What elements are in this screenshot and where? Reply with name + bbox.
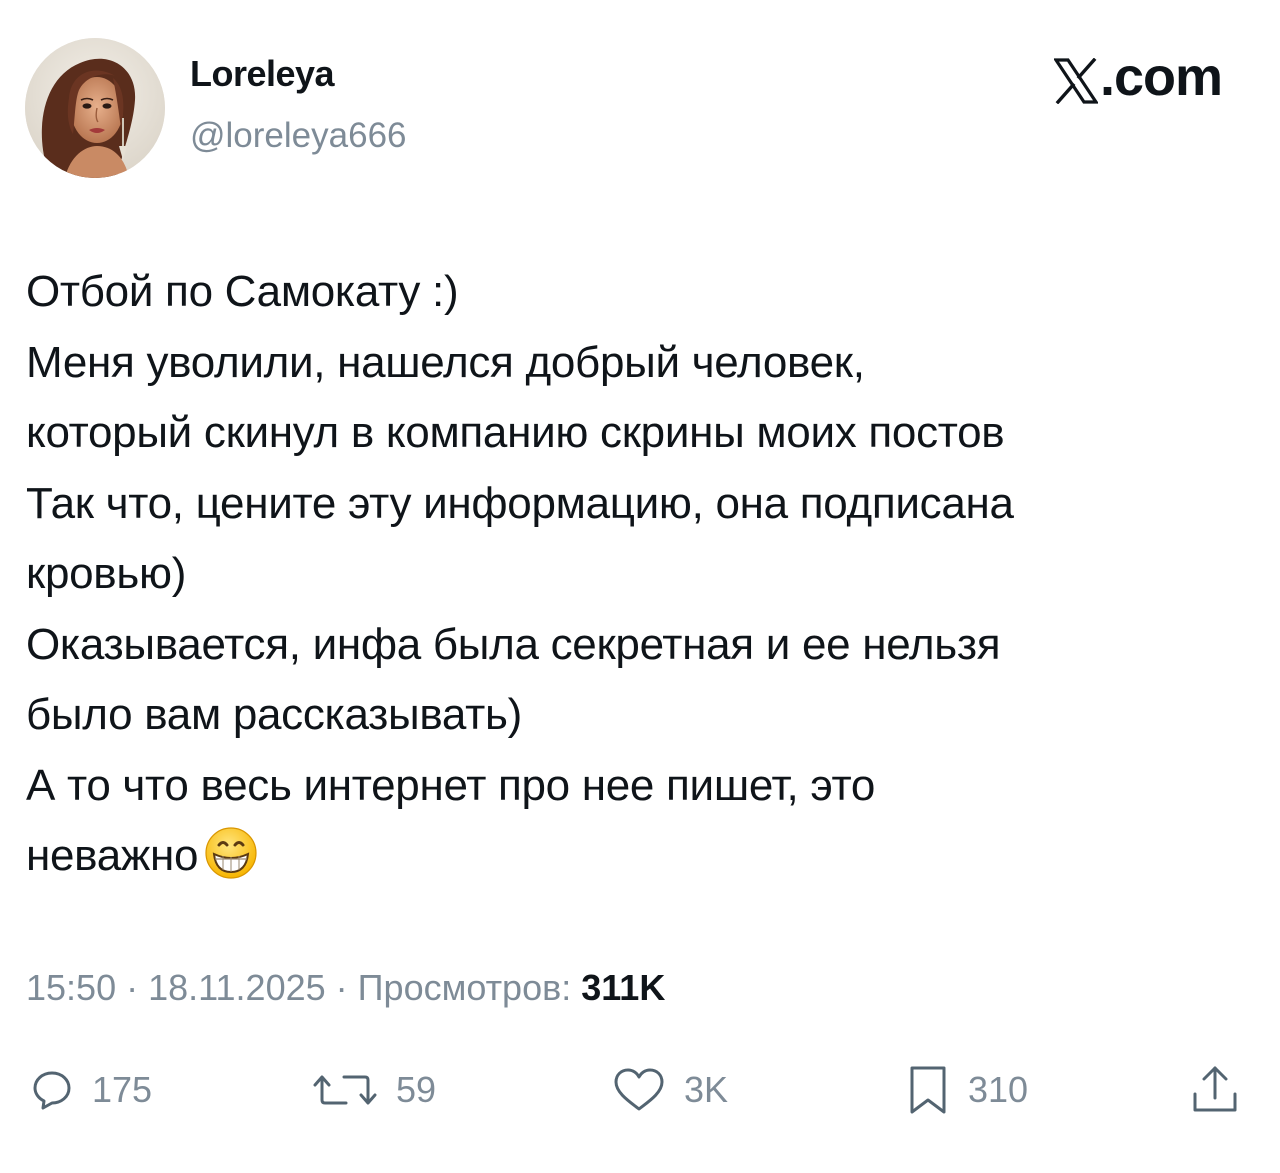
repost-icon xyxy=(313,1075,377,1105)
heart-icon xyxy=(614,1068,664,1111)
tweet-line: А то что весь интернет про нее пишет, эт… xyxy=(26,760,876,810)
views-label: Просмотров: xyxy=(357,967,572,1008)
like-button[interactable]: 3K xyxy=(612,1060,728,1120)
brand-text: .com xyxy=(1099,47,1223,107)
action-bar: 175 59 3K 310 xyxy=(0,1060,1280,1120)
tweet-line: было вам рассказывать) xyxy=(26,690,522,739)
views-count: 311K xyxy=(581,967,666,1008)
tweet-date[interactable]: 18.11.2025 xyxy=(148,967,326,1008)
avatar-image xyxy=(25,38,165,178)
bookmark-count: 310 xyxy=(968,1069,1029,1110)
tweet-line: Меня уволили, нашелся добрый человек, xyxy=(26,337,865,387)
avatar[interactable] xyxy=(25,38,165,178)
display-name[interactable]: Loreleya xyxy=(190,56,335,92)
meta-separator: · xyxy=(335,967,348,1008)
tweet-line-text: неважно xyxy=(26,831,199,880)
reply-button[interactable]: 175 xyxy=(30,1060,152,1120)
reply-icon xyxy=(33,1071,71,1110)
tweet-line: кровью) xyxy=(26,549,187,598)
tweet-line-last: неважно xyxy=(26,821,1266,892)
repost-count: 59 xyxy=(396,1069,437,1110)
x-logo-icon xyxy=(1053,58,1098,104)
tweet-line: Оказывается, инфа была секретная и ее не… xyxy=(26,619,1001,669)
grinning-face-emoji xyxy=(205,827,257,879)
tweet-line: Так что, цените эту информацию, она подп… xyxy=(26,478,1014,528)
bookmark-icon xyxy=(910,1066,946,1114)
like-count: 3K xyxy=(684,1069,729,1110)
tweet-time[interactable]: 15:50 xyxy=(26,967,116,1008)
bookmark-button[interactable]: 310 xyxy=(906,1060,1028,1120)
share-icon xyxy=(1193,1066,1237,1112)
tweet-text: Отбой по Самокату :) Меня уволили, нашел… xyxy=(26,257,1266,892)
reply-count: 175 xyxy=(92,1069,153,1110)
repost-button[interactable]: 59 xyxy=(312,1060,436,1120)
meta-separator: · xyxy=(126,967,139,1008)
share-button[interactable] xyxy=(1190,1060,1240,1120)
brand-logo: .com xyxy=(1053,47,1223,107)
tweet-line: который скинул в компанию скрины моих по… xyxy=(26,408,1005,457)
tweet-meta: 15:50 · 18.11.2025 · Просмотров: 311K xyxy=(26,970,665,1006)
tweet-line: Отбой по Самокату :) xyxy=(26,267,459,316)
user-handle[interactable]: @loreleya666 xyxy=(190,118,407,153)
